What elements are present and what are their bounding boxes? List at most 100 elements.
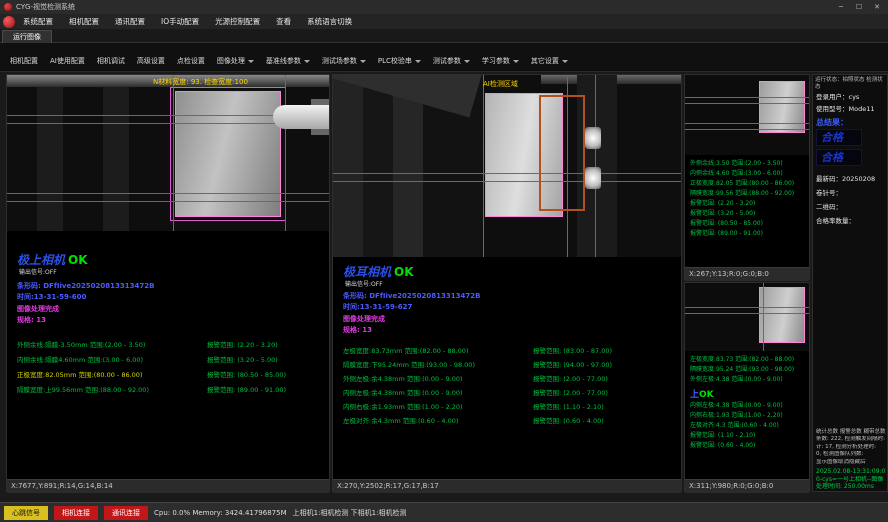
left-overlay-label: N材料宽度: 93. 检查宽度:100: [153, 77, 248, 87]
toolbar-image-processing[interactable]: 图像处理: [211, 54, 260, 68]
menu-comm-config[interactable]: 通讯配置: [107, 14, 153, 29]
left-camera-title: 极上相机OK: [17, 251, 88, 268]
preview-2-coordinates: X:311;Y:980;R:0;G:0;B:0: [685, 479, 809, 493]
toolbar-label: AI使用配置: [50, 56, 85, 66]
alarm-range: 报警范围: (94.00 - 97.00): [533, 359, 612, 369]
model-label: 使用型号：: [816, 105, 849, 113]
plate-region: [759, 287, 805, 343]
log-line: 隔膜宽度:99.56 范围:(88.00 - 92.00): [690, 189, 807, 199]
measure-line-h: [685, 307, 809, 308]
login-user-row: 登录用户：cys: [816, 91, 886, 101]
toolbar-testfield-params[interactable]: 测试场参数: [316, 54, 372, 68]
toolbar-learning-params[interactable]: 学习参数: [476, 54, 525, 68]
measurement-row: 内侧左极:余4.38mm 范围:(0.00 - 9.00) 报警范围: (2.0…: [343, 387, 677, 399]
right-camera-results: 极耳相机OK 输出信号:OFF 条形码: DFfIive202502081331…: [333, 257, 681, 479]
tab-glow-region: [585, 167, 601, 189]
maximize-button[interactable]: ☐: [850, 0, 868, 14]
preview-2-image[interactable]: [685, 283, 809, 351]
toolbar-baseline-params[interactable]: 基准线参数: [260, 54, 316, 68]
dropdown-caret-icon: [415, 60, 421, 63]
toolbar-other-settings[interactable]: 其它设置: [525, 54, 574, 68]
result-box-2: 合格: [816, 149, 862, 166]
camera-name: 极耳相机: [343, 265, 391, 279]
nozzle-object: [273, 105, 329, 129]
toolbar-label: 测试参数: [433, 56, 461, 66]
latest-code-value: 20250208: [842, 175, 875, 183]
close-button[interactable]: ✕: [868, 0, 886, 14]
menu-io-manual-config[interactable]: IO手动配置: [153, 14, 207, 29]
right-camera-title: 极耳相机OK: [343, 263, 414, 280]
plate-region: [175, 91, 281, 217]
preview-2-log-bottom: 内侧左极:4.38 范围:(0.00 - 9.00) 内侧右极:1.93 范围:…: [690, 401, 807, 451]
measurement-value: 外侧左极:余4.38mm 范围:(0.00 - 9.00): [343, 373, 463, 383]
stat-line: 显示图像取消隐藏后: [816, 459, 886, 467]
menu-camera-config[interactable]: 相机配置: [61, 14, 107, 29]
log-line: 隔膜宽度:95.24 范围:(93.00 - 98.00): [690, 365, 807, 375]
log-line: 内侧左极:4.38 范围:(0.00 - 9.00): [690, 401, 807, 411]
camera-info-line: 0-cys=一号上相机--图像: [816, 476, 886, 484]
measure-line-h: [685, 313, 809, 314]
tab-bar: 运行图像: [0, 29, 888, 43]
login-user-label: 登录用户：: [816, 93, 849, 101]
left-camera-panel: N材料宽度: 93. 检查宽度:100 极上相机OK 输出信号:OFF 条形码:…: [6, 74, 330, 492]
stat-line: 计: 17, 检测分析处理时:: [816, 444, 886, 452]
spec-text: 规格: 13: [343, 325, 372, 335]
right-camera-image[interactable]: AI检测区域: [333, 75, 681, 257]
stats-header: 统计总数 报警总数 糊带总数: [816, 427, 886, 435]
machine-seam: [103, 75, 129, 231]
measurement-row: 隔膜宽度:上99.56mm 范围:(88.00 - 92.00) 报警范围: (…: [17, 384, 325, 396]
toolbar-spot-check[interactable]: 点检设置: [171, 54, 211, 68]
preview-2-log-top: 左极宽度:83.73 范围:(82.00 - 88.00) 隔膜宽度:95.24…: [690, 355, 807, 385]
measure-line-v: [483, 75, 484, 257]
right-pixel-coordinates: X:270,Y:2502;R:17,G:17,B:17: [333, 479, 681, 493]
alarm-range: 报警范围: (89.00 - 91.00): [207, 384, 286, 394]
menubar: 系统配置 相机配置 通讯配置 IO手动配置 光源控制配置 查看 系统语言切换: [0, 14, 888, 29]
toolbar-label: PLC校验串: [378, 56, 412, 66]
measure-line-v: [595, 75, 596, 257]
measurement-row: 内侧右极:余1.93mm 范围:(1.00 - 2.20) 报警范围: (1.1…: [343, 401, 677, 413]
dropdown-caret-icon: [513, 60, 519, 63]
window-title: CYG-视觉检测系统: [16, 0, 75, 14]
tab-run-image[interactable]: 运行图像: [2, 30, 52, 43]
toolbar-plc-checksum[interactable]: PLC校验串: [372, 54, 427, 68]
alarm-range: 报警范围: (80.50 - 85.00): [207, 369, 286, 379]
toolbar-camera-debug[interactable]: 相机调试: [91, 54, 131, 68]
measurement-value: 内侧余线:隔膜4.60mm 范围:(3.00 - 6.00): [17, 354, 143, 364]
pass-rate-row: 合格率数量：: [816, 215, 886, 225]
process-text: 图像处理完成: [17, 304, 59, 314]
output-signal: 输出信号:OFF: [345, 279, 383, 288]
measurement-value: 内侧右极:余1.93mm 范围:(1.00 - 2.20): [343, 401, 463, 411]
toolbar-camera-config[interactable]: 相机配置: [4, 54, 44, 68]
right-camera-panel: AI检测区域 极耳相机OK 输出信号:OFF 条形码: DFfIive20250…: [332, 74, 682, 492]
cpu-memory-text: Cpu: 0.0% Memory: 3424.41796875M: [154, 509, 287, 517]
tab-glow-region: [585, 127, 601, 149]
toolbar-ai-config[interactable]: AI使用配置: [44, 54, 91, 68]
left-camera-image[interactable]: N材料宽度: 93. 检查宽度:100: [7, 75, 329, 231]
measure-line-h: [685, 97, 809, 98]
login-user-value: cys: [849, 93, 860, 101]
toolbar-advanced-settings[interactable]: 高级设置: [131, 54, 171, 68]
menu-view[interactable]: 查看: [268, 14, 299, 29]
measurement-value: 隔膜宽度:下95.24mm 范围:(93.00 - 98.00): [343, 359, 475, 369]
alarm-range: 报警范围: (2.00 - 77.00): [533, 373, 608, 383]
preview-1-image[interactable]: [685, 75, 809, 155]
menu-light-control-config[interactable]: 光源控制配置: [207, 14, 268, 29]
left-camera-results: 极上相机OK 输出信号:OFF 条形码: DFfIive202502081331…: [7, 231, 329, 479]
menu-language-switch[interactable]: 系统语言切换: [299, 14, 360, 29]
log-line: 左极对齐:4.3 范围:(0.60 - 4.00): [690, 421, 807, 431]
log-line: 外侧左极:4.38 范围:(0.00 - 9.00): [690, 375, 807, 385]
camera-detect-status: 上相机1:相机检测 下相机1:相机检测: [293, 508, 407, 518]
status-prefix: 上: [690, 390, 699, 400]
measurement-value: 隔膜宽度:上99.56mm 范围:(88.00 - 92.00): [17, 384, 149, 394]
measure-line-h: [7, 201, 329, 202]
menu-system-config[interactable]: 系统配置: [15, 14, 61, 29]
result-box-1: 合格: [816, 129, 862, 146]
log-line: 报警范围: (2.20 - 3.20): [690, 199, 807, 209]
preview-2-status: 上OK: [690, 387, 714, 400]
minimize-button[interactable]: ─: [832, 0, 850, 14]
toolbar-test-params[interactable]: 测试参数: [427, 54, 476, 68]
toolbar-label: 相机调试: [97, 56, 125, 66]
log-line: 报警范围: (80.50 - 85.00): [690, 219, 807, 229]
roll-needle-row: 卷针号：: [816, 187, 886, 197]
titlebar: CYG-视觉检测系统 ─ ☐ ✕: [0, 0, 888, 14]
